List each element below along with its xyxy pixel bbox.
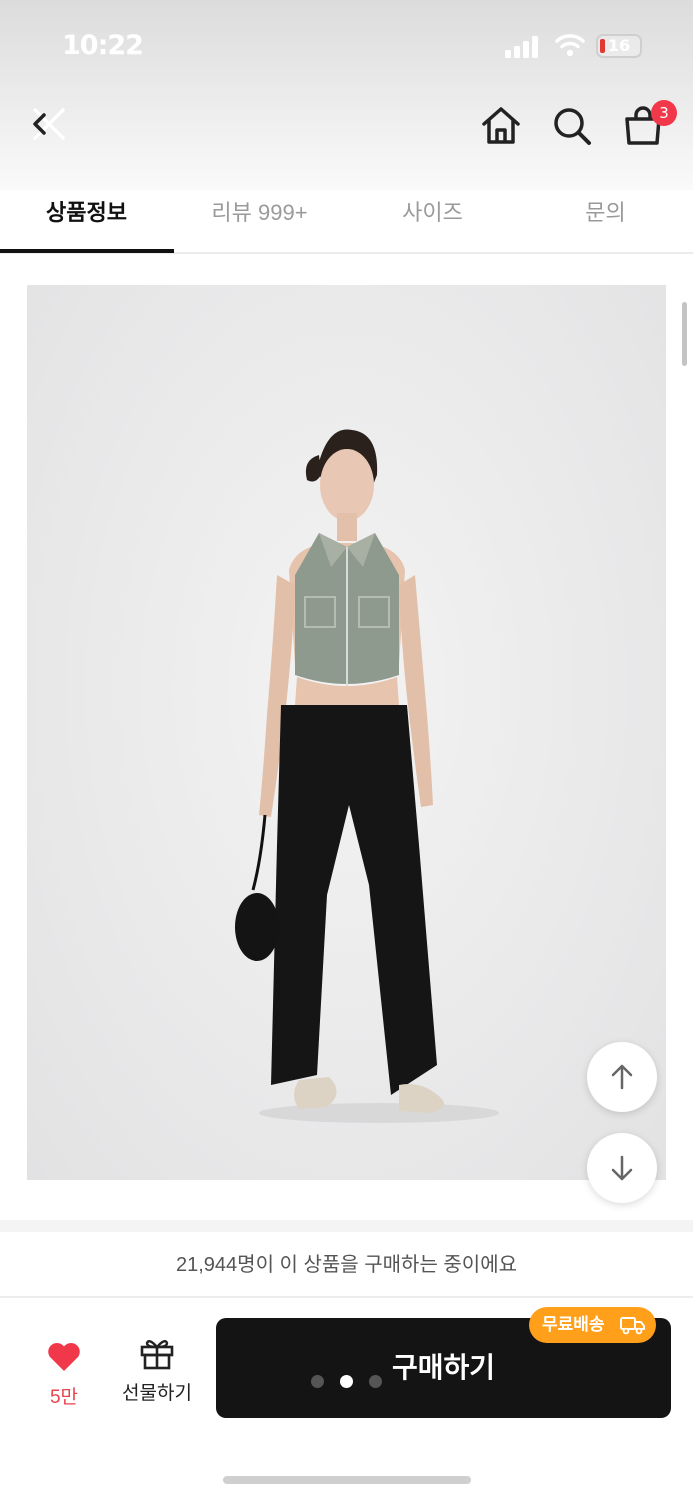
carousel-dot[interactable] — [311, 1375, 324, 1388]
scroll-down-button[interactable] — [587, 1133, 657, 1203]
scroll-up-button[interactable] — [587, 1042, 657, 1112]
top-nav-bar — [0, 95, 693, 155]
purchase-count-notice: 21,944명이 이 상품을 구매하는 중이에요 — [0, 1232, 693, 1298]
home-indicator[interactable] — [223, 1476, 471, 1484]
battery-percent: 16 — [607, 36, 631, 55]
model-illustration — [235, 429, 499, 1123]
search-icon[interactable] — [551, 105, 593, 147]
status-bar: 10:22 16 — [0, 0, 693, 90]
like-button[interactable]: 5만 — [34, 1340, 94, 1410]
home-icon[interactable] — [480, 105, 522, 147]
free-shipping-label: 무료배송 — [542, 1315, 605, 1334]
battery-indicator: 16 — [596, 34, 642, 58]
like-count: 5만 — [49, 1387, 79, 1408]
status-time: 10:22 — [62, 30, 144, 61]
battery-level-fill — [600, 39, 605, 53]
product-image — [27, 285, 666, 1180]
tab-product-info[interactable]: 상품정보 — [0, 190, 173, 252]
tab-size[interactable]: 사이즈 — [346, 190, 519, 252]
tab-inquiry[interactable]: 문의 — [519, 190, 692, 252]
cart-count-badge: 3 — [651, 100, 677, 126]
close-icon[interactable] — [30, 105, 68, 143]
truck-icon — [620, 1317, 645, 1335]
tab-reviews[interactable]: 리뷰 999+ — [173, 190, 346, 252]
scrollbar[interactable] — [682, 302, 687, 366]
carousel-dot[interactable] — [369, 1375, 382, 1388]
carousel-page-indicator — [305, 1375, 395, 1391]
signal-icon — [505, 36, 538, 58]
heart-icon — [48, 1343, 80, 1371]
wifi-icon — [555, 34, 585, 57]
active-tab-indicator — [0, 249, 174, 253]
gift-icon — [140, 1340, 174, 1370]
gift-label: 선물하기 — [122, 1383, 192, 1404]
product-tabs: 상품정보 리뷰 999+ 사이즈 문의 — [0, 190, 693, 254]
carousel-dot-active[interactable] — [340, 1375, 353, 1388]
free-shipping-badge: 무료배송 — [529, 1307, 656, 1343]
gift-button[interactable]: 선물하기 — [112, 1336, 202, 1408]
arrow-up-icon — [611, 1064, 633, 1090]
section-divider — [0, 1220, 693, 1232]
arrow-down-icon — [611, 1155, 633, 1181]
